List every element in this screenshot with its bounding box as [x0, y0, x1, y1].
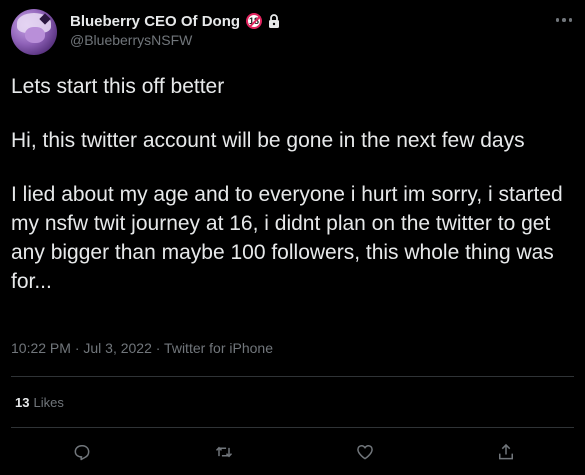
retweet-button[interactable] [212, 440, 236, 464]
share-button[interactable] [494, 440, 518, 464]
like-icon [357, 445, 373, 460]
likes-label: Likes [33, 395, 64, 410]
like-button[interactable] [353, 440, 377, 464]
divider [11, 376, 574, 377]
divider [11, 427, 574, 428]
avatar-face [25, 27, 45, 43]
reply-button[interactable] [70, 440, 94, 464]
share-icon [499, 443, 513, 460]
tweet-card: Blueberry CEO Of Dong 18 @BlueberrysNSFW… [0, 0, 585, 475]
lock-icon [266, 13, 282, 29]
likes-stat[interactable]: 13 Likes [15, 395, 64, 410]
author-name-row: Blueberry CEO Of Dong 18 [70, 11, 282, 31]
author-handle[interactable]: @BlueberrysNSFW [70, 32, 192, 48]
retweet-icon [215, 446, 233, 458]
reply-icon [74, 445, 90, 461]
tweet-paragraph: I lied about my age and to everyone i hu… [11, 183, 563, 293]
author-display-name[interactable]: Blueberry CEO Of Dong [70, 13, 240, 30]
more-options-icon[interactable] [553, 9, 575, 31]
age-18-badge-icon: 18 [246, 13, 263, 29]
likes-count: 13 [15, 395, 30, 410]
avatar[interactable] [11, 9, 57, 55]
tweet-paragraph: Hi, this twitter account will be gone in… [11, 129, 525, 152]
tweet-timestamp[interactable]: 10:22 PM · Jul 3, 2022 · Twitter for iPh… [11, 340, 273, 356]
tweet-body: Lets start this off better Hi, this twit… [11, 72, 579, 296]
tweet-paragraph: Lets start this off better [11, 75, 225, 98]
action-bar [0, 440, 585, 468]
